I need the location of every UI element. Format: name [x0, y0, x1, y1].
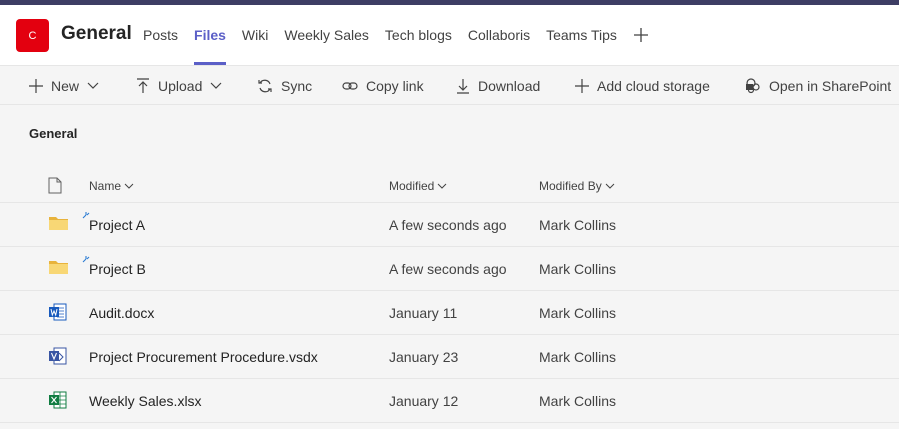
plus-icon — [29, 78, 43, 93]
column-header-modified-by[interactable]: Modified By — [539, 179, 615, 193]
plus-icon — [633, 28, 648, 42]
add-tab-button[interactable] — [633, 5, 649, 65]
table-row[interactable]: Audit.docx January 11 Mark Collins — [0, 291, 899, 335]
file-modified: January 12 — [389, 393, 459, 409]
copy-link-label: Copy link — [366, 77, 424, 94]
chevron-down-icon — [124, 183, 134, 189]
sync-label: Sync — [281, 77, 313, 94]
tab-posts[interactable]: Posts — [143, 5, 178, 65]
visio-file-icon — [49, 347, 67, 365]
new-button[interactable]: New — [29, 66, 99, 105]
column-header-modified[interactable]: Modified — [389, 179, 447, 193]
tab-weekly-sales[interactable]: Weekly Sales — [284, 5, 369, 65]
tab-tech-blogs[interactable]: Tech blogs — [385, 5, 452, 65]
chevron-down-icon — [210, 82, 222, 89]
file-modified-by: Mark Collins — [539, 349, 617, 365]
channel-title: General — [61, 23, 132, 44]
file-name[interactable]: Project B — [89, 261, 146, 277]
download-button[interactable]: Download — [456, 66, 540, 105]
column-modified-label: Modified — [389, 179, 435, 193]
add-cloud-storage-label: Add cloud storage — [597, 77, 710, 94]
tab-files[interactable]: Files — [194, 5, 226, 65]
tab-collaboris[interactable]: Collaboris — [468, 5, 530, 65]
link-icon — [342, 81, 358, 90]
file-name[interactable]: Weekly Sales.xlsx — [89, 393, 202, 409]
channel-tabs: Posts Files Wiki Weekly Sales Tech blogs… — [143, 5, 649, 65]
file-type-icon[interactable] — [48, 177, 62, 194]
download-icon — [457, 78, 469, 94]
tab-wiki[interactable]: Wiki — [242, 5, 268, 65]
file-modified-by: Mark Collins — [539, 305, 617, 321]
chevron-down-icon — [87, 82, 99, 89]
file-name[interactable]: Project A — [89, 217, 145, 233]
files-toolbar: New Upload Sync Copy link Download Add c… — [0, 65, 899, 105]
team-logo[interactable]: C — [16, 19, 49, 52]
breadcrumb: General — [29, 126, 78, 141]
upload-icon — [137, 77, 149, 93]
folder-icon — [49, 261, 68, 274]
table-row[interactable]: Project B A few seconds ago Mark Collins — [0, 247, 899, 291]
file-modified-by: Mark Collins — [539, 393, 617, 409]
chevron-down-icon — [605, 183, 615, 189]
table-row[interactable]: Project A A few seconds ago Mark Collins — [0, 203, 899, 247]
tab-teams-tips[interactable]: Teams Tips — [546, 5, 617, 65]
file-modified: January 11 — [389, 305, 458, 321]
file-name[interactable]: Project Procurement Procedure.vsdx — [89, 349, 318, 365]
sync-button[interactable]: Sync — [257, 66, 312, 105]
column-header-name[interactable]: Name — [89, 179, 134, 193]
copy-link-button[interactable]: Copy link — [342, 66, 424, 105]
excel-file-icon — [49, 391, 67, 409]
new-label: New — [51, 77, 80, 94]
file-list: Name Modified Modified By Project A A fe… — [0, 168, 899, 423]
channel-header: C General Posts Files Wiki Weekly Sales … — [0, 5, 899, 65]
chevron-down-icon — [438, 183, 447, 189]
file-modified: A few seconds ago — [389, 261, 507, 277]
file-name[interactable]: Audit.docx — [89, 305, 154, 321]
sharepoint-icon — [746, 77, 760, 93]
file-list-header: Name Modified Modified By — [0, 168, 899, 203]
sync-icon — [258, 79, 272, 92]
download-label: Download — [478, 77, 541, 94]
open-in-sharepoint-label: Open in SharePoint — [769, 77, 892, 94]
table-row[interactable]: Weekly Sales.xlsx January 12 Mark Collin… — [0, 379, 899, 423]
folder-icon — [49, 217, 68, 230]
plus-icon — [575, 78, 589, 93]
file-modified: A few seconds ago — [389, 217, 507, 233]
column-modified-by-label: Modified By — [539, 179, 602, 193]
add-cloud-storage-button[interactable]: Add cloud storage — [575, 66, 710, 105]
upload-label: Upload — [158, 77, 203, 94]
file-modified-by: Mark Collins — [539, 217, 617, 233]
table-row[interactable]: Project Procurement Procedure.vsdx Janua… — [0, 335, 899, 379]
upload-button[interactable]: Upload — [136, 66, 222, 105]
file-modified: January 23 — [389, 349, 459, 365]
word-file-icon — [49, 303, 67, 321]
column-name-label: Name — [89, 179, 122, 193]
open-in-sharepoint-button[interactable]: Open in SharePoint — [745, 66, 891, 105]
file-modified-by: Mark Collins — [539, 261, 617, 277]
